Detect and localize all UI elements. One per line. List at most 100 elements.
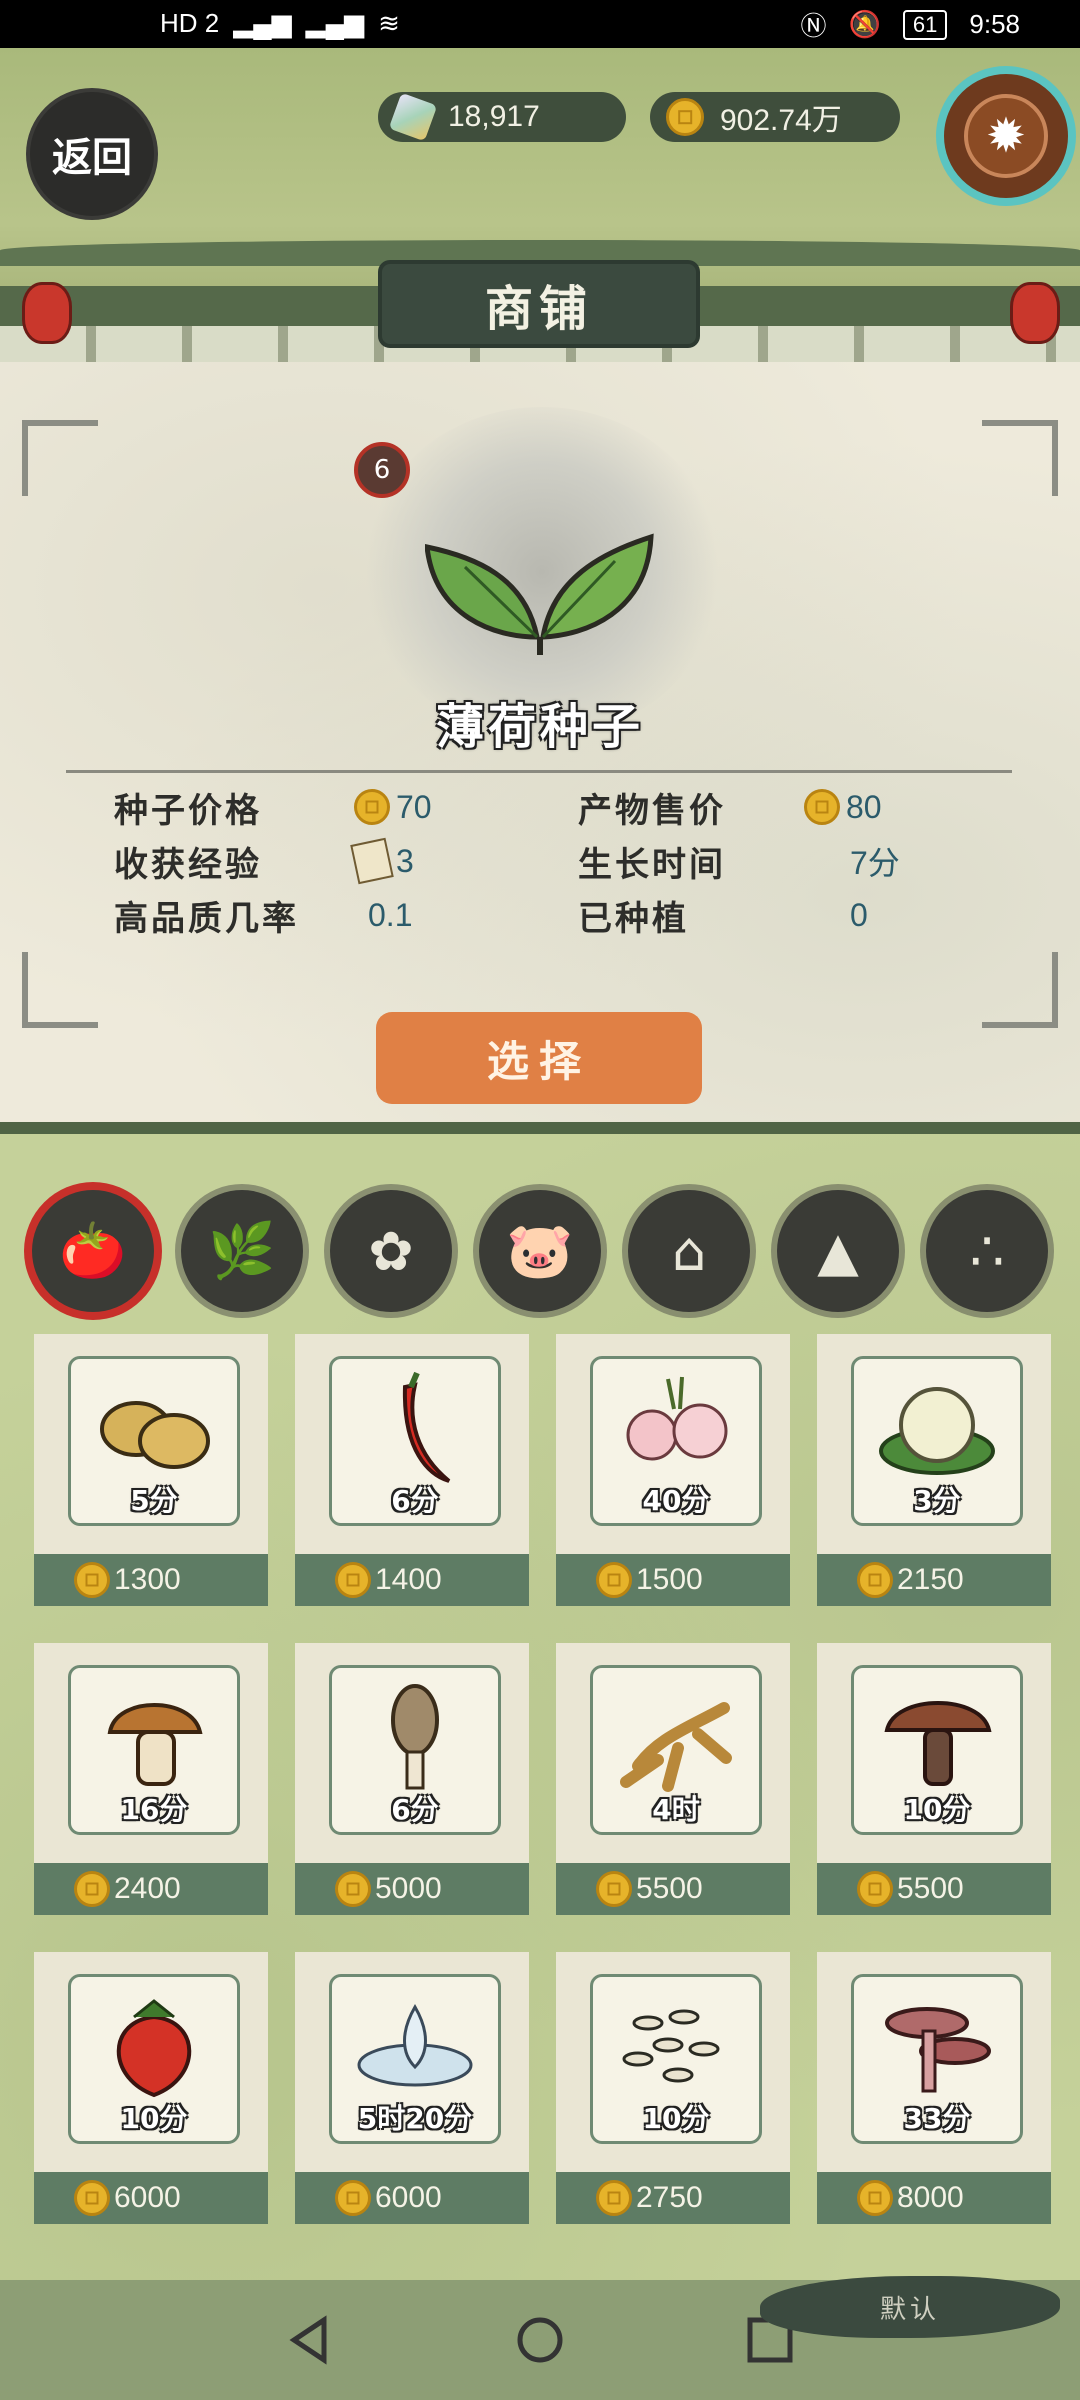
seed-card-potato[interactable]: 5分 1300 — [34, 1334, 268, 1606]
seed-card-lingzhi[interactable]: 33分 8000 — [817, 1952, 1051, 2224]
grow-time: 40分 — [642, 1484, 710, 1517]
herb-icon: 🌿 — [208, 1219, 276, 1282]
stat-label: 高品质几率 — [114, 898, 299, 939]
mountain-icon: ▲ — [817, 1219, 859, 1283]
flower-icon: ✿ — [368, 1219, 414, 1283]
category-tab-flower[interactable]: ✿ — [330, 1190, 452, 1312]
seed-card-frame: 33分 — [851, 1974, 1023, 2144]
coin-icon — [857, 1562, 893, 1598]
mint-leaves-icon — [425, 533, 654, 655]
back-button[interactable]: 返回 — [30, 92, 154, 216]
seed-card-lotus[interactable]: 5时20分 6000 — [295, 1952, 529, 2224]
stat-value: 0 — [850, 896, 868, 933]
grow-time: 10分 — [903, 1793, 971, 1826]
seed-card-frame: 40分 — [590, 1356, 762, 1526]
stats-left: 种子价格 70 收获经验 3 高品质几率 0.1 — [114, 780, 432, 942]
pig-icon: 🐷 — [506, 1219, 574, 1282]
grow-time: 5时20分 — [357, 2102, 473, 2135]
home-nav-icon[interactable] — [510, 2310, 570, 2370]
seed-price: 6000 — [114, 2181, 181, 2214]
corner-decoration — [22, 952, 98, 1028]
default-sort-button[interactable]: 默认 — [760, 2276, 1060, 2338]
signal-icon: ▂▄▆ — [233, 8, 292, 38]
price-bar: 6000 — [295, 2172, 529, 2224]
gem-amount: 18,917 — [448, 100, 540, 133]
select-button[interactable]: 选择 — [376, 1012, 702, 1104]
coin-icon — [596, 1871, 632, 1907]
seed-price: 5500 — [636, 1872, 703, 1905]
stat-value: 7分 — [850, 845, 900, 881]
seed-price: 5000 — [375, 1872, 442, 1905]
seed-card-frame: 5分 — [68, 1356, 240, 1526]
category-tab-vegetable[interactable]: 🍅 — [32, 1190, 154, 1312]
category-tab-mountain[interactable]: ▲ — [777, 1190, 899, 1312]
strawberry-icon — [116, 1999, 192, 2098]
seed-price: 70 — [354, 789, 432, 826]
seed-card-pink-flower[interactable]: 40分 1500 — [556, 1334, 790, 1606]
network-label: HD 2 — [160, 8, 220, 38]
coin-counter: 902.74万 — [650, 92, 900, 142]
category-tab-seeds[interactable]: ∴ — [926, 1190, 1048, 1312]
seed-card-frame: 10分 — [851, 1665, 1023, 1835]
chili-icon — [402, 1371, 451, 1483]
gear-icon: ✹ — [964, 94, 1048, 178]
divider — [66, 770, 1012, 773]
coin-icon — [804, 789, 840, 825]
status-bar: HD 2 ▂▄▆ ▂▄▆ ≋ Ⓝ 🔕 61 9:58 — [0, 0, 1080, 48]
price-bar: 5000 — [295, 1863, 529, 1915]
price-bar: 1400 — [295, 1554, 529, 1606]
lantern-icon — [1010, 282, 1060, 344]
category-tab-pig[interactable]: 🐷 — [479, 1190, 601, 1312]
stat-row: 生长时间 7分 — [578, 834, 900, 888]
price-bar: 5500 — [556, 1863, 790, 1915]
cauliflower-icon — [879, 1387, 995, 1475]
seed-card-frame: 6分 — [329, 1356, 501, 1526]
seed-card-strawberry[interactable]: 10分 6000 — [34, 1952, 268, 2224]
lingzhi-icon — [885, 2007, 991, 2093]
seed-price: 6000 — [375, 2181, 442, 2214]
stat-value: 3 — [396, 842, 414, 879]
coin-icon — [335, 1562, 371, 1598]
seed-card-frame: 3分 — [851, 1356, 1023, 1526]
produce-price: 80 — [804, 789, 882, 826]
grow-time: 6分 — [391, 1484, 439, 1517]
grow-time: 10分 — [642, 2102, 710, 2135]
stat-label: 种子价格 — [114, 790, 262, 831]
gem-counter: 18,917 — [378, 92, 626, 142]
seed-card-morel[interactable]: 6分 5000 — [295, 1643, 529, 1915]
stat-label: 收获经验 — [114, 844, 262, 885]
ginseng-icon — [620, 1702, 732, 1792]
stat-row: 高品质几率 0.1 — [114, 888, 432, 942]
coin-icon — [666, 98, 704, 136]
category-tab-herb[interactable]: 🌿 — [181, 1190, 303, 1312]
seed-card-frame: 10分 — [68, 1974, 240, 2144]
seed-card-ginseng[interactable]: 4时 5500 — [556, 1643, 790, 1915]
lotus-icon — [357, 2004, 473, 2087]
seed-price: 2750 — [636, 2181, 703, 2214]
stat-label: 已种植 — [578, 898, 689, 939]
price-bar: 1300 — [34, 1554, 268, 1606]
vegetable-icon: 🍅 — [59, 1219, 127, 1282]
stat-label: 生长时间 — [578, 844, 726, 885]
grow-time: 5分 — [130, 1484, 178, 1517]
stat-value: 80 — [846, 788, 882, 825]
seed-card-brown-mushroom[interactable]: 16分 2400 — [34, 1643, 268, 1915]
scroll-icon — [350, 837, 394, 885]
seeds-icon: ∴ — [969, 1219, 1005, 1283]
seed-card-chili[interactable]: 6分 1400 — [295, 1334, 529, 1606]
price-bar: 2750 — [556, 2172, 790, 2224]
seed-card-cauliflower[interactable]: 3分 2150 — [817, 1334, 1051, 1606]
price-bar: 6000 — [34, 2172, 268, 2224]
price-bar: 1500 — [556, 1554, 790, 1606]
back-nav-icon[interactable] — [280, 2310, 340, 2370]
seed-card-frame: 5时20分 — [329, 1974, 501, 2144]
category-tab-house[interactable]: ⌂ — [628, 1190, 750, 1312]
settings-button[interactable]: ✹ — [936, 66, 1076, 206]
coin-icon — [596, 2180, 632, 2216]
stat-value: 0.1 — [368, 896, 413, 933]
seed-card-rice-seeds[interactable]: 10分 2750 — [556, 1952, 790, 2224]
seed-card-dark-mushroom[interactable]: 10分 5500 — [817, 1643, 1051, 1915]
grow-time: 33分 — [903, 2102, 971, 2135]
harvest-exp: 3 — [350, 837, 414, 885]
coin-icon — [74, 1562, 110, 1598]
